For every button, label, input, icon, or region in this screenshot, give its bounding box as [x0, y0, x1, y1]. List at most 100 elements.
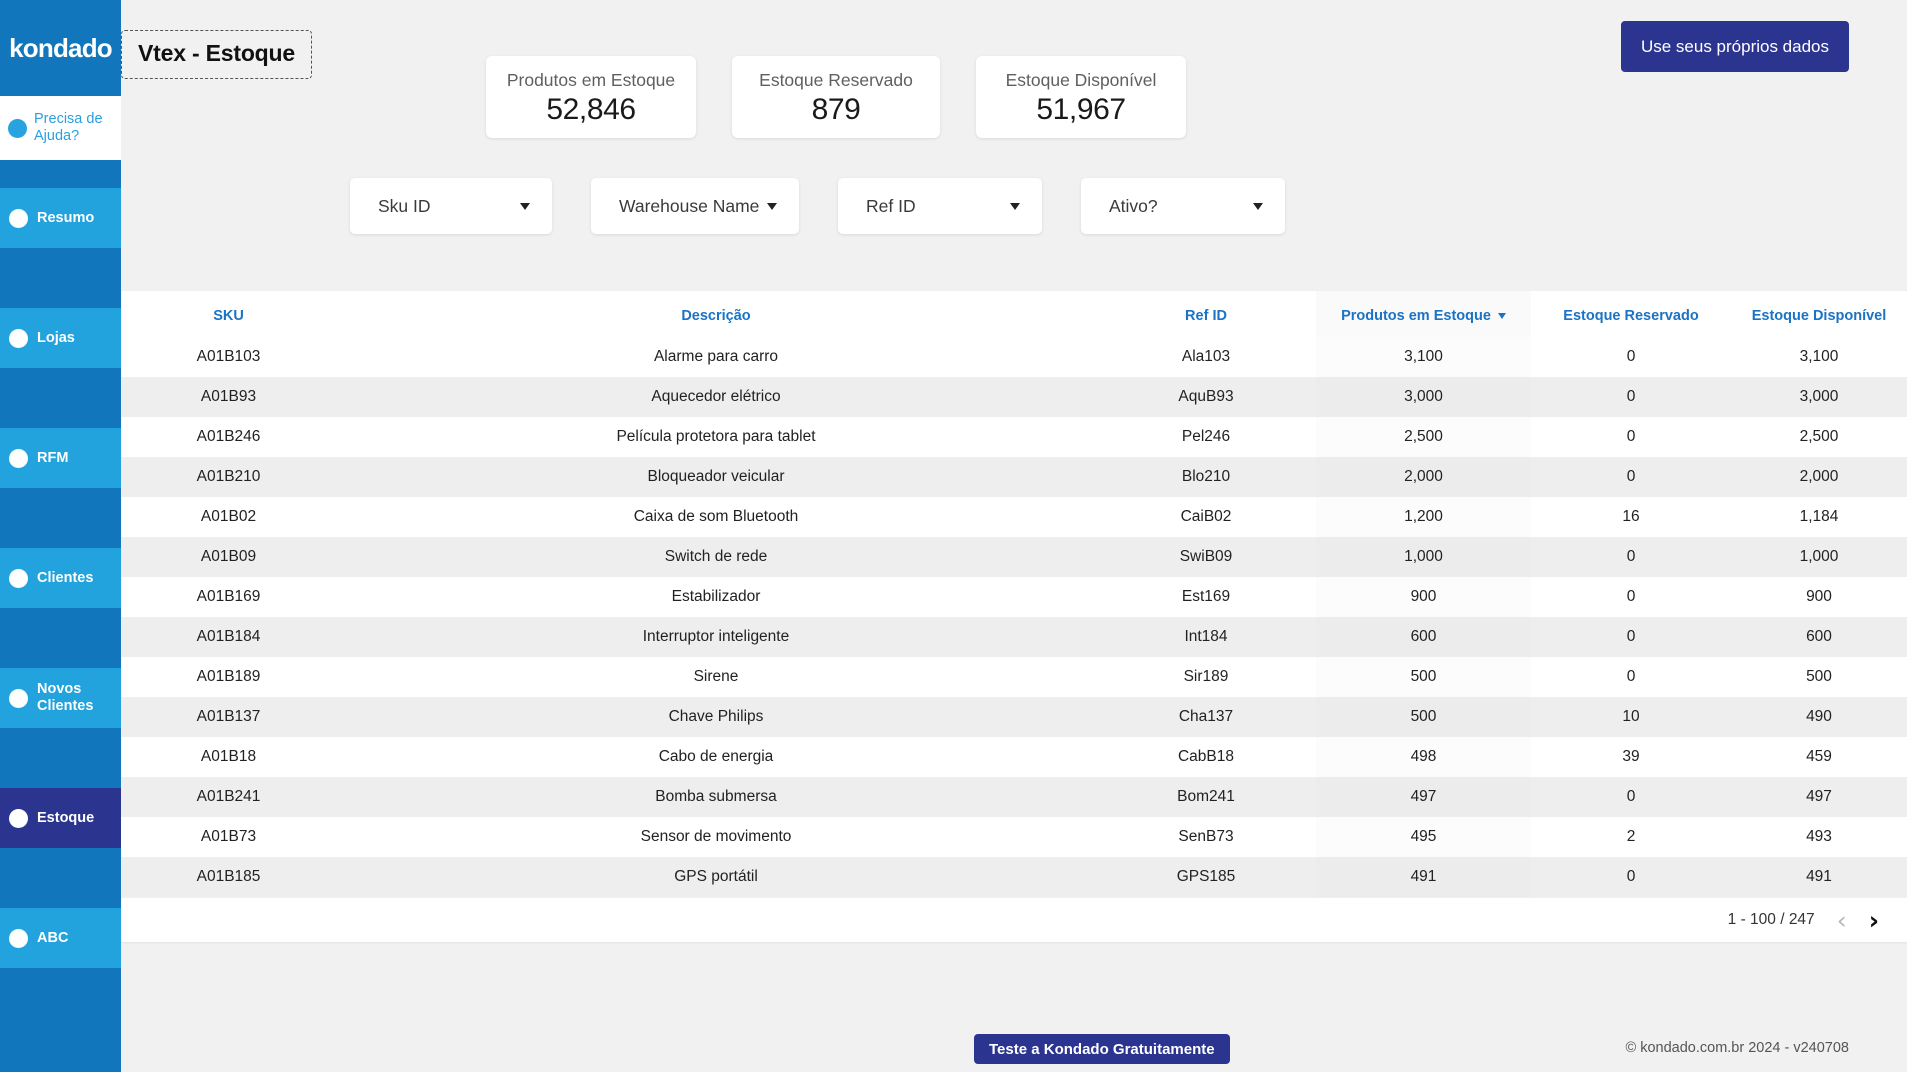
- table-cell-sku: A01B73: [121, 817, 336, 857]
- table-row[interactable]: A01B184Interruptor inteligenteInt1846000…: [121, 617, 1907, 657]
- brand-logo-text: kondado: [9, 33, 112, 64]
- sidebar-item-label: Novos Clientes: [37, 681, 115, 715]
- filter-label: Sku ID: [378, 196, 431, 217]
- table-cell-estoque_disponivel: 459: [1731, 737, 1907, 777]
- brand-logo[interactable]: kondado: [0, 0, 121, 96]
- table-cell-estoque_disponivel: 3,100: [1731, 337, 1907, 377]
- stock-table: SKU Descrição Ref ID Produtos em Estoque: [121, 291, 1907, 897]
- table-cell-descricao: Caixa de som Bluetooth: [336, 497, 1096, 537]
- chevron-right-icon[interactable]: ›: [1869, 908, 1879, 933]
- sidebar-item-rfm[interactable]: RFM: [0, 428, 121, 488]
- table-row[interactable]: A01B93Aquecedor elétricoAquB933,00003,00…: [121, 377, 1907, 417]
- table-cell-estoque_reservado: 0: [1531, 777, 1731, 817]
- table-cell-produtos_em_estoque: 2,000: [1316, 457, 1531, 497]
- table-header: SKU Descrição Ref ID Produtos em Estoque: [121, 291, 1907, 337]
- table-cell-ref_id: Est169: [1096, 577, 1316, 617]
- table-row[interactable]: A01B137Chave PhilipsCha13750010490: [121, 697, 1907, 737]
- table-row[interactable]: A01B246Película protetora para tabletPel…: [121, 417, 1907, 457]
- sidebar-item-help[interactable]: Precisa de Ajuda?: [0, 96, 121, 160]
- table-cell-ref_id: Sir189: [1096, 657, 1316, 697]
- table-cell-estoque_disponivel: 900: [1731, 577, 1907, 617]
- table-cell-produtos_em_estoque: 1,000: [1316, 537, 1531, 577]
- sidebar-item-clientes[interactable]: Clientes: [0, 548, 121, 608]
- table-row[interactable]: A01B73Sensor de movimentoSenB734952493: [121, 817, 1907, 857]
- table-cell-estoque_disponivel: 491: [1731, 857, 1907, 897]
- table-row[interactable]: A01B09Switch de redeSwiB091,00001,000: [121, 537, 1907, 577]
- table-cell-estoque_disponivel: 1,184: [1731, 497, 1907, 537]
- circle-dot-icon: [9, 569, 28, 588]
- chevron-down-icon: [1253, 203, 1263, 210]
- chevron-left-icon[interactable]: ‹: [1837, 908, 1847, 933]
- filter-ref-id[interactable]: Ref ID: [838, 178, 1042, 234]
- table-row[interactable]: A01B169EstabilizadorEst1699000900: [121, 577, 1907, 617]
- table-cell-estoque_reservado: 0: [1531, 457, 1731, 497]
- table-cell-estoque_disponivel: 2,500: [1731, 417, 1907, 457]
- circle-dot-icon: [9, 209, 28, 228]
- table-body: A01B103Alarme para carroAla1033,10003,10…: [121, 337, 1907, 897]
- filter-label: Warehouse Name: [619, 196, 759, 217]
- table-row[interactable]: A01B103Alarme para carroAla1033,10003,10…: [121, 337, 1907, 377]
- table-cell-ref_id: AquB93: [1096, 377, 1316, 417]
- table-cell-estoque_disponivel: 500: [1731, 657, 1907, 697]
- table-cell-ref_id: SenB73: [1096, 817, 1316, 857]
- table-cell-descricao: Alarme para carro: [336, 337, 1096, 377]
- table-row[interactable]: A01B18Cabo de energiaCabB1849839459: [121, 737, 1907, 777]
- table-cell-estoque_reservado: 0: [1531, 857, 1731, 897]
- table-cell-produtos_em_estoque: 498: [1316, 737, 1531, 777]
- table-cell-sku: A01B02: [121, 497, 336, 537]
- chevron-down-icon: [520, 203, 530, 210]
- table-cell-estoque_reservado: 39: [1531, 737, 1731, 777]
- filter-label: Ref ID: [866, 196, 916, 217]
- use-own-data-button[interactable]: Use seus próprios dados: [1621, 21, 1849, 72]
- table-header-row: SKU Descrição Ref ID Produtos em Estoque: [121, 291, 1907, 337]
- table-cell-sku: A01B189: [121, 657, 336, 697]
- sidebar-item-lojas[interactable]: Lojas: [0, 308, 121, 368]
- table-row[interactable]: A01B185GPS portátilGPS1854910491: [121, 857, 1907, 897]
- table-cell-descricao: GPS portátil: [336, 857, 1096, 897]
- column-header-estoque-reservado[interactable]: Estoque Reservado: [1531, 291, 1731, 337]
- filter-ativo[interactable]: Ativo?: [1081, 178, 1285, 234]
- table-row[interactable]: A01B241Bomba submersaBom2414970497: [121, 777, 1907, 817]
- try-kondado-free-button[interactable]: Teste a Kondado Gratuitamente: [974, 1034, 1230, 1064]
- table-cell-descricao: Sensor de movimento: [336, 817, 1096, 857]
- column-header-descricao[interactable]: Descrição: [336, 291, 1096, 337]
- sidebar-item-resumo[interactable]: Resumo: [0, 188, 121, 248]
- table-cell-estoque_disponivel: 3,000: [1731, 377, 1907, 417]
- filter-label: Ativo?: [1109, 196, 1158, 217]
- sidebar-item-label: Estoque: [37, 810, 94, 827]
- sidebar-item-abc[interactable]: ABC: [0, 908, 121, 968]
- table-cell-sku: A01B103: [121, 337, 336, 377]
- table-cell-estoque_reservado: 0: [1531, 417, 1731, 457]
- column-header-sku[interactable]: SKU: [121, 291, 336, 337]
- table-cell-ref_id: Bom241: [1096, 777, 1316, 817]
- table-row[interactable]: A01B210Bloqueador veicularBlo2102,00002,…: [121, 457, 1907, 497]
- sidebar-item-estoque[interactable]: Estoque: [0, 788, 121, 848]
- circle-dot-icon: [9, 689, 28, 708]
- table-cell-descricao: Bomba submersa: [336, 777, 1096, 817]
- table-cell-descricao: Interruptor inteligente: [336, 617, 1096, 657]
- sidebar-gap: [0, 488, 121, 548]
- sidebar-gap: [0, 248, 121, 308]
- table-cell-produtos_em_estoque: 600: [1316, 617, 1531, 657]
- sidebar-item-novos-clientes[interactable]: Novos Clientes: [0, 668, 121, 728]
- table-row[interactable]: A01B189SireneSir1895000500: [121, 657, 1907, 697]
- kpi-card-estoque-disponivel: Estoque Disponível 51,967: [976, 56, 1186, 138]
- column-header-produtos-em-estoque[interactable]: Produtos em Estoque: [1316, 291, 1531, 337]
- column-header-estoque-disponivel[interactable]: Estoque Disponível: [1731, 291, 1907, 337]
- filter-sku-id[interactable]: Sku ID: [350, 178, 552, 234]
- table-cell-estoque_reservado: 0: [1531, 337, 1731, 377]
- filter-warehouse-name[interactable]: Warehouse Name: [591, 178, 799, 234]
- column-header-estoque-reservado-label: Estoque Reservado: [1563, 308, 1698, 324]
- main-content: Vtex - Estoque Use seus próprios dados P…: [121, 0, 1907, 1072]
- kpi-row: Produtos em Estoque 52,846 Estoque Reser…: [486, 56, 1186, 138]
- table-cell-produtos_em_estoque: 495: [1316, 817, 1531, 857]
- table-row[interactable]: A01B02Caixa de som BluetoothCaiB021,2001…: [121, 497, 1907, 537]
- table-cell-estoque_reservado: 0: [1531, 657, 1731, 697]
- column-header-sku-label: SKU: [213, 308, 244, 324]
- table-cell-sku: A01B185: [121, 857, 336, 897]
- table-cell-descricao: Cabo de energia: [336, 737, 1096, 777]
- column-header-ref-id[interactable]: Ref ID: [1096, 291, 1316, 337]
- kpi-card-produtos-em-estoque: Produtos em Estoque 52,846: [486, 56, 696, 138]
- kpi-value: 879: [812, 93, 861, 127]
- kpi-title: Estoque Disponível: [1006, 70, 1157, 91]
